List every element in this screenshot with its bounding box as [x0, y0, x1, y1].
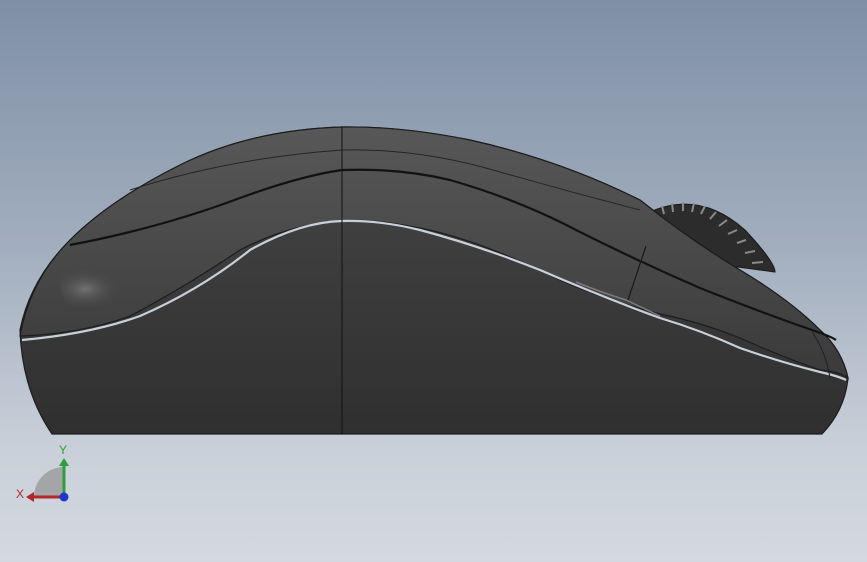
axis-triad[interactable]: X Y [12, 440, 82, 510]
y-axis-arrowhead [59, 458, 69, 466]
x-axis-arrowhead [26, 492, 34, 502]
z-axis-dot [59, 492, 69, 502]
y-axis-label: Y [59, 443, 67, 457]
cad-viewport[interactable]: X Y [0, 0, 867, 562]
surface-highlight [60, 245, 200, 325]
x-axis-label: X [16, 487, 24, 501]
triad-plane-quadrant [34, 467, 64, 497]
mouse-3d-model[interactable] [0, 0, 867, 562]
